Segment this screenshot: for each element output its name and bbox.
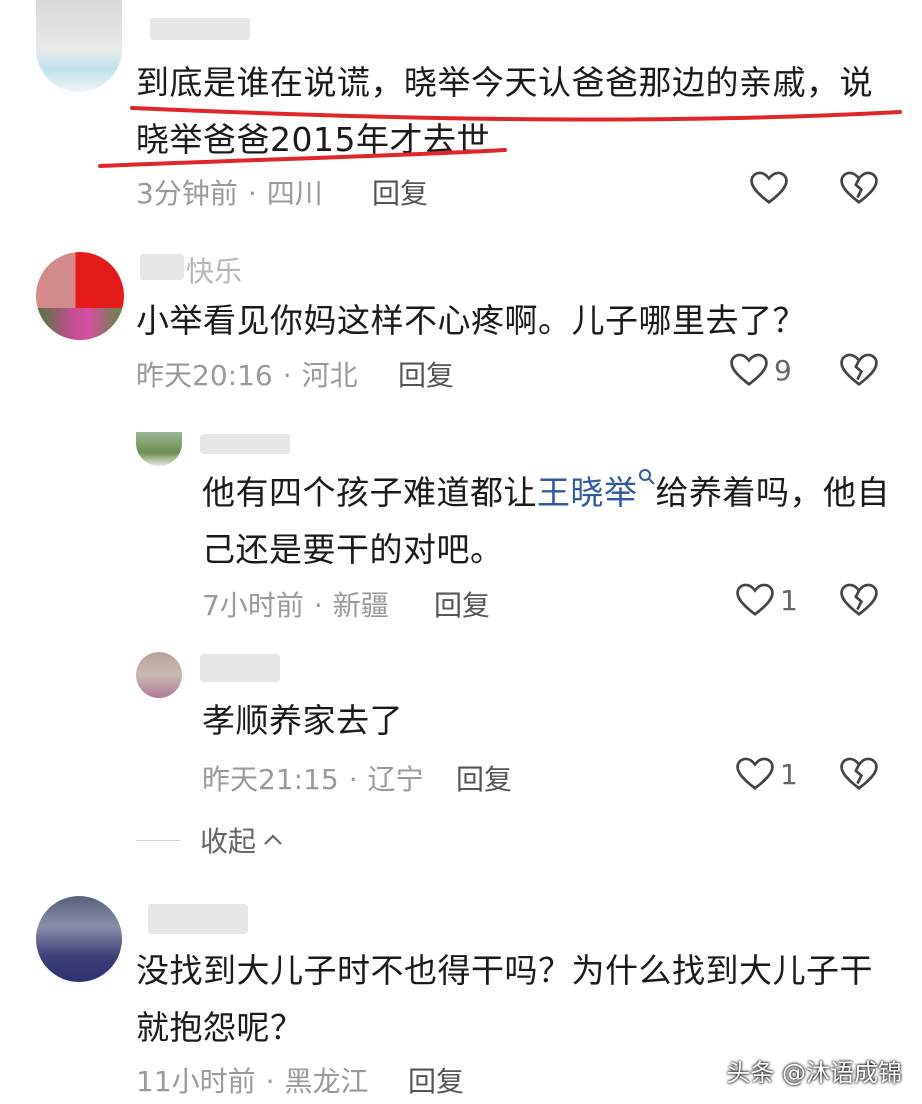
reply-button[interactable]: 回复 [398, 354, 454, 394]
comment-location: 四川 [266, 177, 323, 210]
comment-text: 到底是谁在说谎，晓举今天认爸爸那边的亲戚，说晓举爸爸2015年才去世 [136, 63, 873, 159]
like-button[interactable] [750, 170, 788, 206]
collapse-replies-button[interactable]: 收起 [136, 820, 284, 860]
reply-button[interactable]: 回复 [434, 584, 490, 624]
username-blurred [140, 254, 184, 280]
reply-time: 7小时前 [202, 589, 304, 622]
separator: · [348, 763, 358, 796]
comment-text: 没找到大儿子时不也得干吗？为什么找到大儿子干就抱怨呢？ [136, 951, 873, 1047]
dislike-button[interactable] [840, 756, 878, 796]
dislike-button[interactable] [840, 352, 878, 392]
heart-icon [730, 353, 768, 386]
comment-meta: 昨天20:16 · 河北 [136, 354, 358, 394]
dislike-button[interactable] [840, 170, 878, 210]
like-count: 9 [774, 353, 792, 387]
reply-button[interactable]: 回复 [456, 758, 512, 798]
dislike-button[interactable] [840, 582, 878, 622]
avatar[interactable] [136, 652, 182, 698]
avatar[interactable] [136, 432, 182, 466]
reply-meta: 昨天21:15 · 辽宁 [202, 758, 424, 798]
chevron-up-icon [264, 834, 282, 845]
separator: · [247, 177, 257, 210]
broken-heart-icon [840, 171, 878, 204]
username-blurred[interactable] [200, 434, 290, 454]
divider [136, 839, 180, 841]
reply-button[interactable]: 回复 [408, 1060, 464, 1100]
heart-icon [736, 583, 774, 616]
reply-location: 新疆 [332, 589, 389, 622]
heart-icon [750, 171, 788, 204]
watermark: 头条 @沐语成锦 [726, 1059, 902, 1087]
like-count: 1 [780, 583, 798, 617]
username-blurred[interactable] [148, 904, 248, 934]
comment-meta: 11小时前 · 黑龙江 [136, 1060, 369, 1100]
comment-meta: 3分钟前 · 四川 [136, 172, 323, 212]
avatar[interactable] [36, 896, 122, 982]
reply-location: 辽宁 [367, 763, 424, 796]
comment-location: 黑龙江 [284, 1065, 369, 1098]
comment-text: 小举看见你妈这样不心疼啊。儿子哪里去了？ [136, 301, 806, 340]
comment-time: 3分钟前 [136, 177, 238, 210]
broken-heart-icon [840, 583, 878, 616]
reply-text: 孝顺养家去了 [202, 701, 403, 740]
comment-time: 11小时前 [136, 1065, 256, 1098]
reply-text: 他有四个孩子难道都让王晓举 给养着吗，他自己还是要干的对吧。 [202, 464, 892, 578]
comment-location: 河北 [301, 359, 358, 392]
username[interactable]: 快乐 [186, 250, 242, 290]
collapse-label: 收起 [200, 825, 257, 858]
broken-heart-icon [840, 757, 878, 790]
username-blurred[interactable] [150, 18, 250, 40]
avatar[interactable] [36, 252, 124, 340]
like-button[interactable]: 1 [736, 756, 798, 792]
like-count: 1 [780, 757, 798, 791]
comment-time: 昨天20:16 [136, 359, 273, 392]
separator: · [265, 1065, 275, 1098]
mention-link[interactable]: 王晓举 [537, 473, 638, 512]
reply-text-before: 他有四个孩子难道都让 [202, 473, 537, 512]
search-icon[interactable] [638, 468, 656, 486]
heart-icon [736, 757, 774, 790]
reply-meta: 7小时前 · 新疆 [202, 584, 389, 624]
reply-time: 昨天21:15 [202, 763, 339, 796]
username-blurred[interactable] [200, 654, 280, 682]
like-button[interactable]: 9 [730, 352, 792, 388]
reply-button[interactable]: 回复 [372, 172, 428, 212]
avatar[interactable] [36, 0, 122, 92]
like-button[interactable]: 1 [736, 582, 798, 618]
separator: · [282, 359, 292, 392]
separator: · [313, 589, 323, 622]
broken-heart-icon [840, 353, 878, 386]
